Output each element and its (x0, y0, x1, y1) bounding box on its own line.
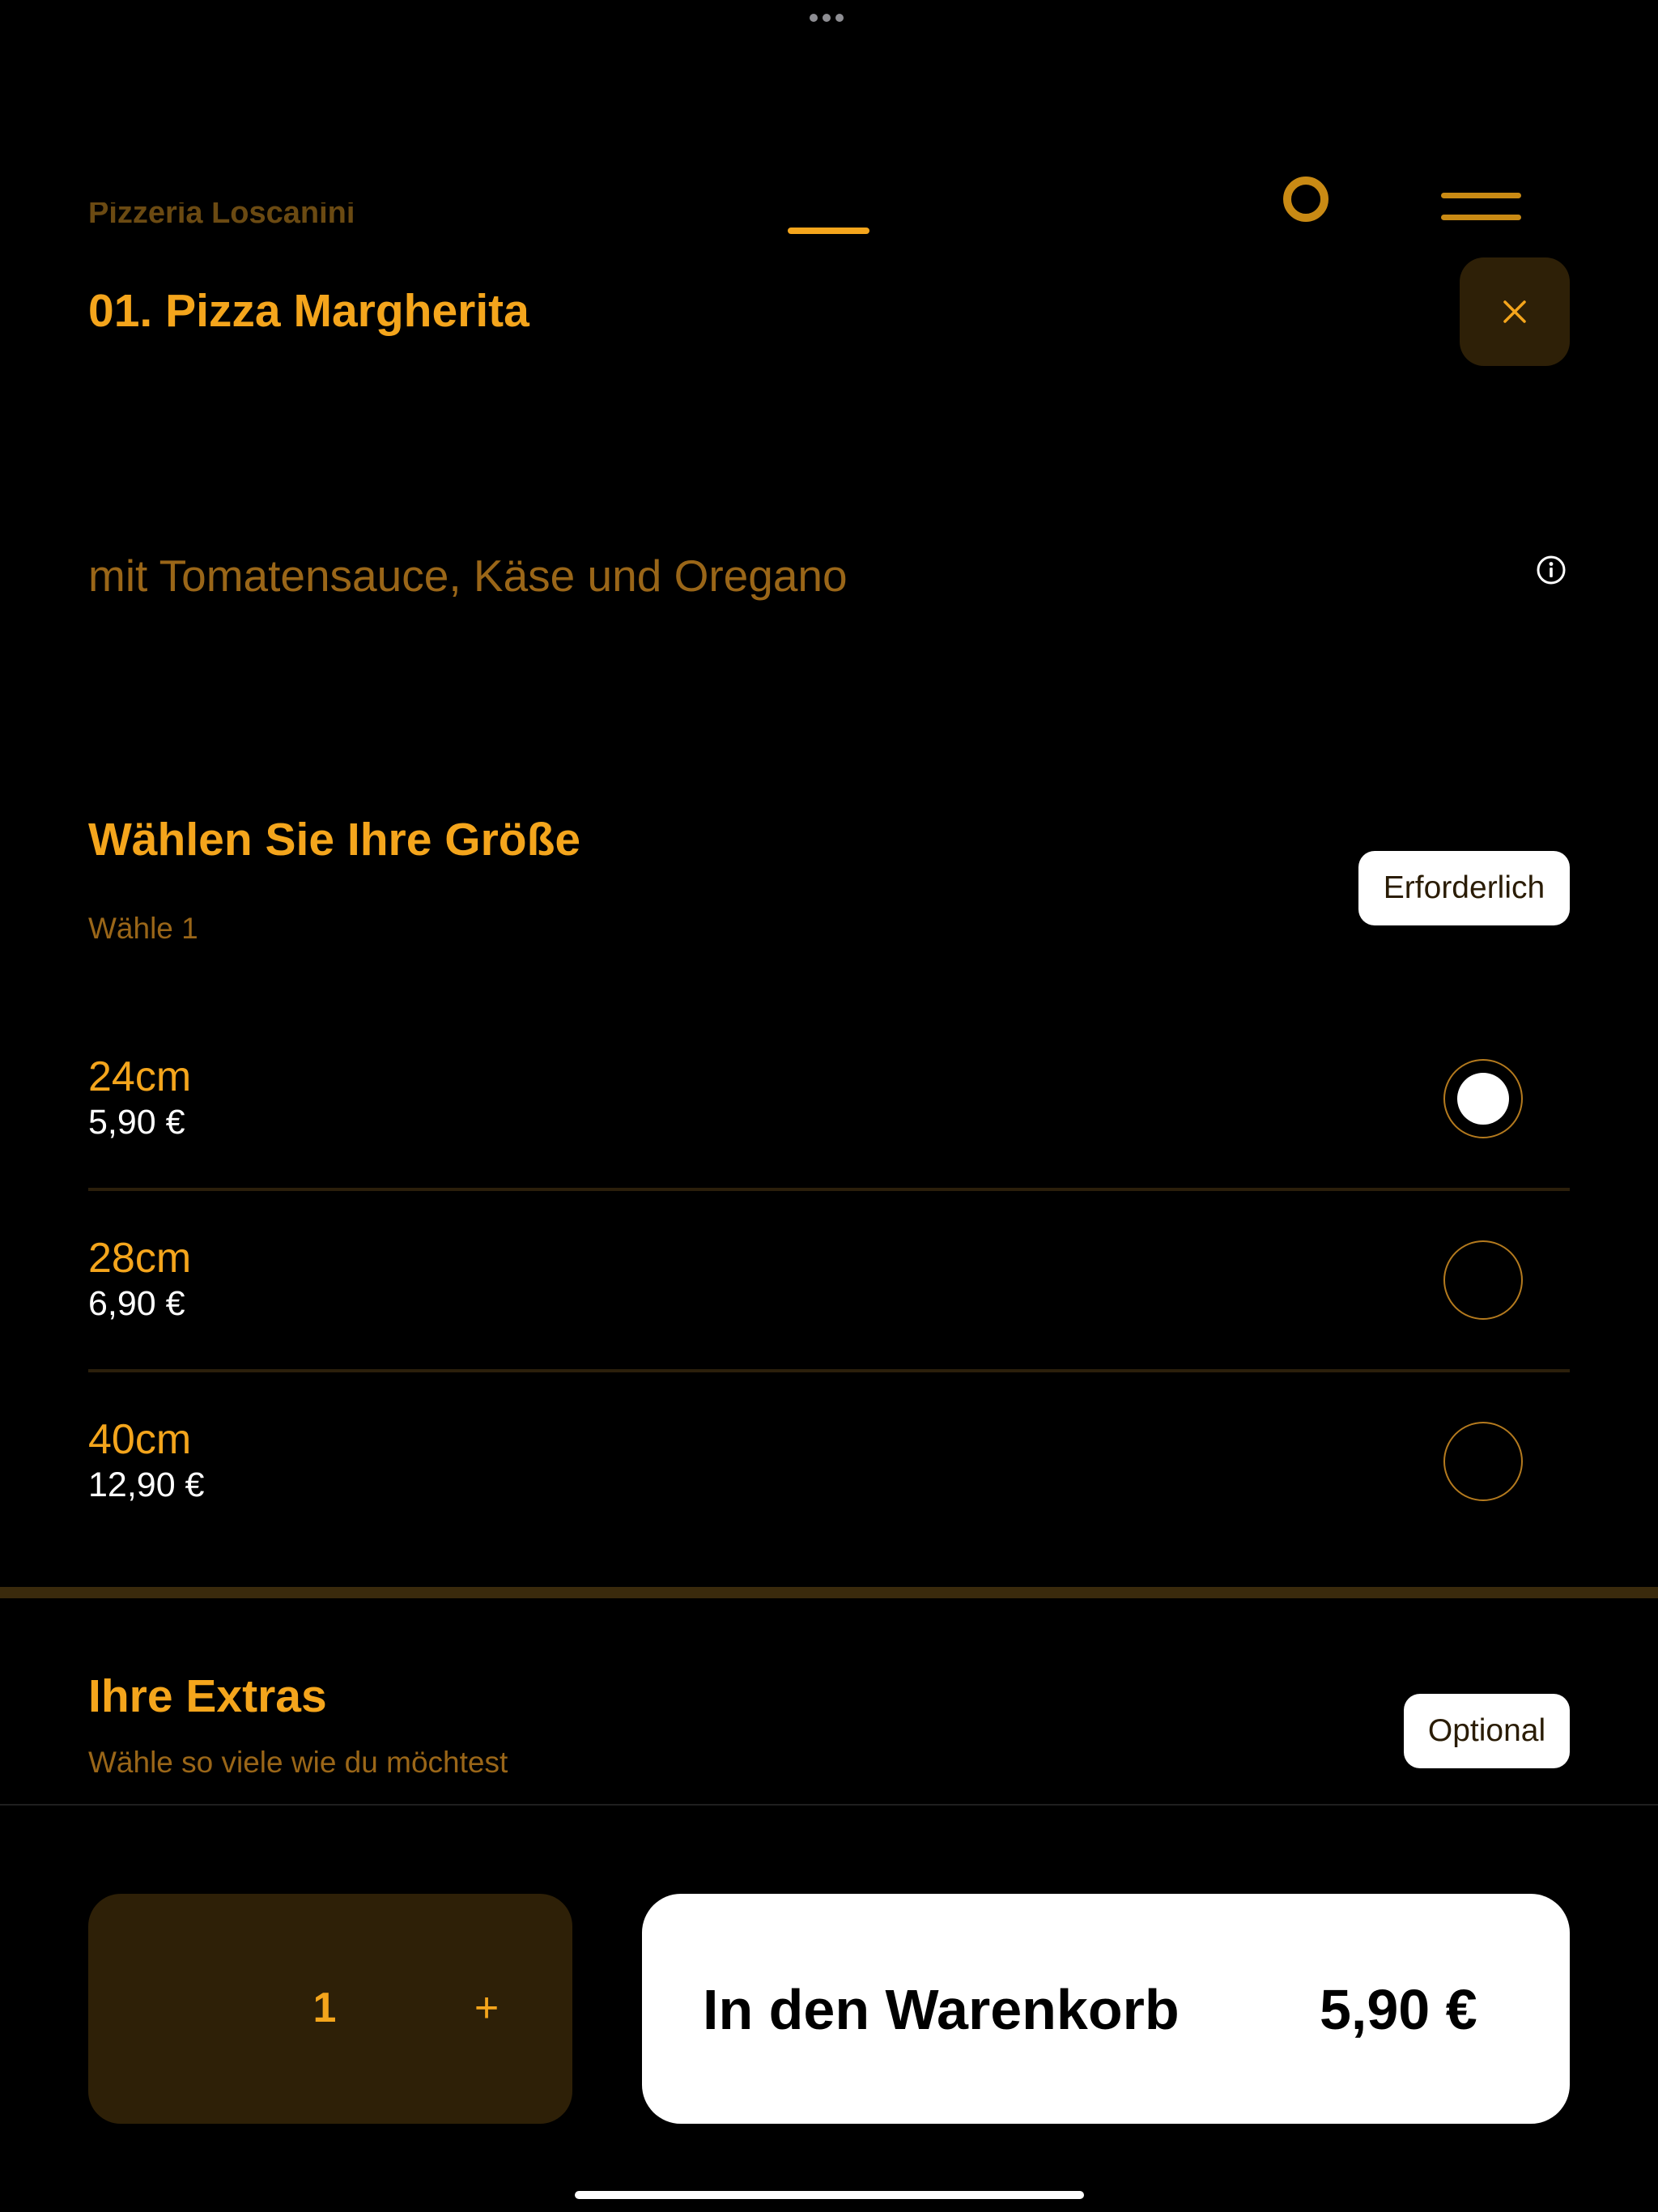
brand-name: Pizzeria Loscanini (88, 202, 355, 223)
increment-button[interactable]: + (466, 1980, 508, 2036)
radio-button[interactable] (1443, 1240, 1523, 1320)
extras-section-subtitle: Wähle so viele wie du möchtest (88, 1746, 508, 1779)
size-option-24cm[interactable]: 24cm 5,90 € (88, 1051, 1570, 1232)
divider (88, 1188, 1570, 1191)
radio-button-selected[interactable] (1443, 1059, 1523, 1138)
optional-badge: Optional (1404, 1694, 1570, 1768)
home-indicator[interactable] (575, 2191, 1084, 2199)
close-button[interactable] (1460, 257, 1570, 366)
product-description: mit Tomatensauce, Käse und Oregano (88, 551, 848, 601)
required-badge: Erforderlich (1358, 851, 1570, 925)
add-to-cart-label: In den Warenkorb (703, 1978, 1180, 2041)
option-price: 6,90 € (88, 1284, 185, 1323)
radio-button[interactable] (1443, 1422, 1523, 1501)
option-name: 28cm (88, 1235, 192, 1282)
option-price: 12,90 € (88, 1465, 205, 1504)
cart-total-price: 5,90 € (1320, 1978, 1477, 2041)
size-option-40cm[interactable]: 40cm 12,90 € (88, 1414, 1570, 1595)
close-icon (1503, 300, 1526, 323)
size-section-title: Wählen Sie Ihre Größe (88, 814, 581, 866)
quantity-value: 1 (312, 1984, 337, 2031)
option-price: 5,90 € (88, 1103, 185, 1142)
option-name: 40cm (88, 1416, 192, 1463)
divider (88, 1369, 1570, 1372)
menu-icon[interactable] (1441, 193, 1521, 221)
size-option-28cm[interactable]: 28cm 6,90 € (88, 1232, 1570, 1414)
multitasking-dots[interactable] (810, 14, 844, 22)
extras-section-title: Ihre Extras (88, 1670, 327, 1722)
product-title: 01. Pizza Margherita (88, 285, 529, 337)
footer-divider (0, 1804, 1658, 1806)
option-name: 24cm (88, 1053, 192, 1100)
sheet-grabber[interactable] (788, 228, 869, 234)
section-separator (0, 1587, 1658, 1598)
size-section-subtitle: Wähle 1 (88, 912, 198, 945)
info-icon[interactable] (1536, 555, 1567, 585)
profile-icon[interactable] (1283, 177, 1329, 222)
